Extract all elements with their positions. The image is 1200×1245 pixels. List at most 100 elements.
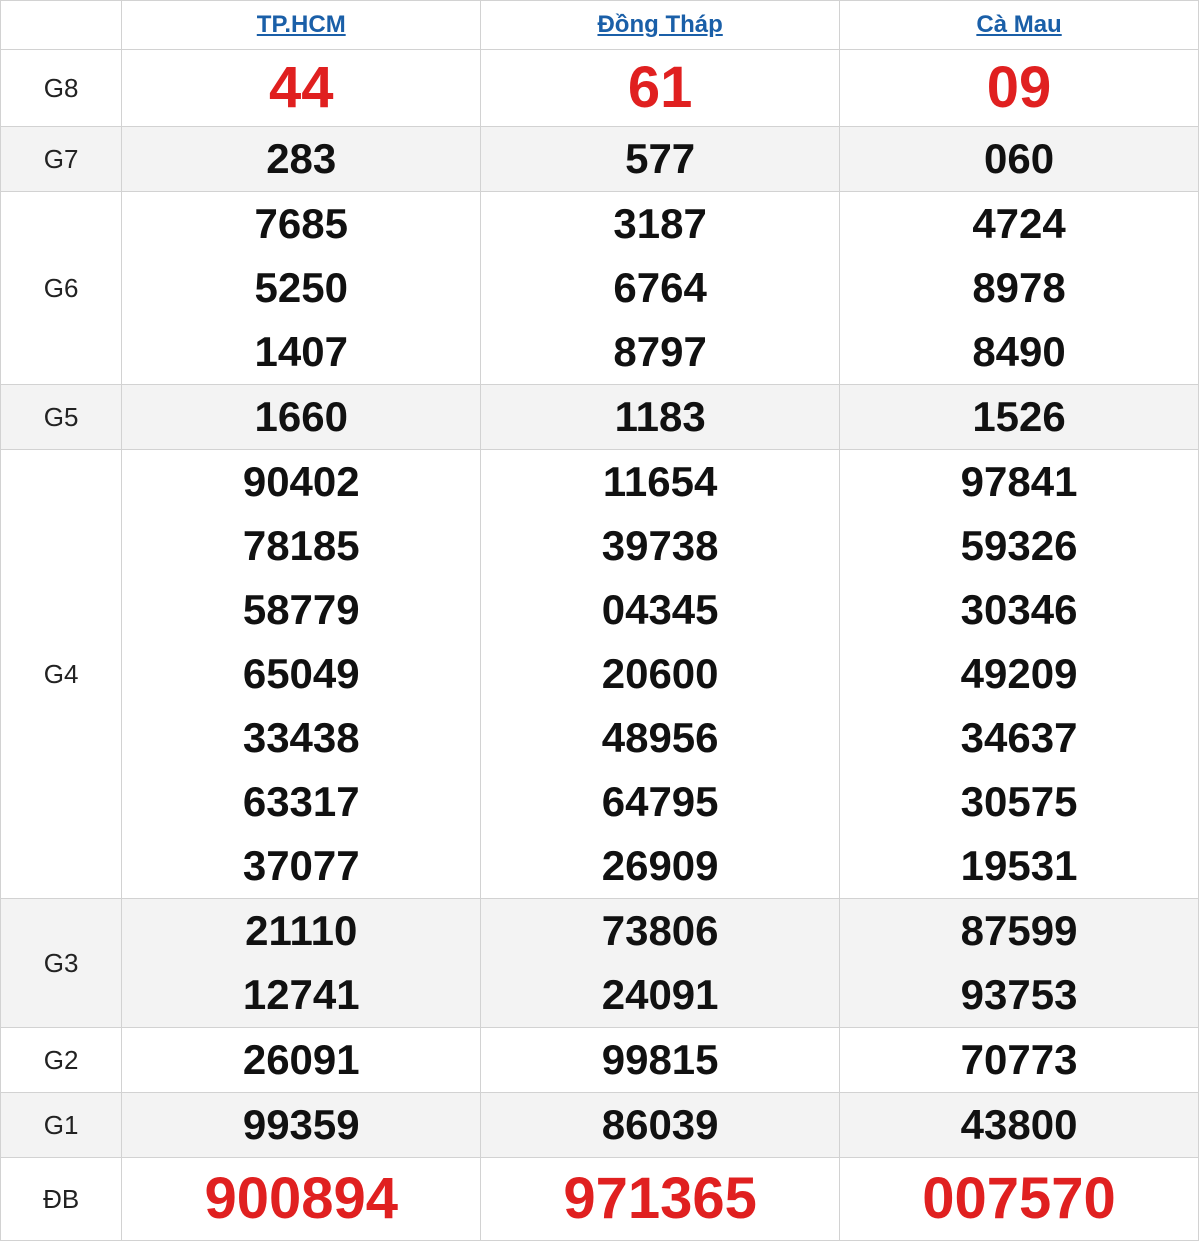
result-number: 11654 bbox=[602, 458, 718, 505]
result-number: 12741 bbox=[242, 971, 360, 1018]
province-link-ca-mau[interactable]: Cà Mau bbox=[976, 11, 1061, 38]
result-cell: 900894 bbox=[121, 1157, 482, 1241]
result-number: 007570 bbox=[922, 1166, 1116, 1231]
result-cell: 1183 bbox=[480, 384, 841, 450]
result-cell: 1526 bbox=[839, 384, 1199, 450]
result-number: 8490 bbox=[972, 328, 1066, 375]
result-cell: 99815 bbox=[480, 1027, 841, 1093]
result-number: 4724 bbox=[972, 200, 1066, 247]
result-number: 1526 bbox=[972, 393, 1066, 440]
prize-row-g8: G8 44 61 09 bbox=[0, 49, 1199, 127]
result-cell: 4724 8978 8490 bbox=[839, 191, 1199, 385]
result-number: 8797 bbox=[613, 328, 707, 375]
result-number: 61 bbox=[627, 55, 693, 120]
prize-label: G5 bbox=[0, 384, 123, 450]
result-number: 58779 bbox=[242, 586, 360, 633]
result-cell: 73806 24091 bbox=[480, 898, 841, 1028]
result-cell: 99359 bbox=[121, 1092, 482, 1158]
result-number: 49209 bbox=[960, 650, 1078, 697]
result-number: 5250 bbox=[254, 264, 348, 311]
result-number: 900894 bbox=[204, 1166, 399, 1231]
result-cell: 70773 bbox=[839, 1027, 1199, 1093]
result-cell: 86039 bbox=[480, 1092, 841, 1158]
result-cell: 90402 78185 58779 65049 33438 63317 3707… bbox=[121, 449, 482, 899]
result-cell: 971365 bbox=[480, 1157, 841, 1241]
result-cell: 21110 12741 bbox=[121, 898, 482, 1028]
result-number: 70773 bbox=[960, 1036, 1078, 1083]
result-cell: 007570 bbox=[839, 1157, 1199, 1241]
province-header: TP.HCM bbox=[121, 0, 482, 50]
result-number: 24091 bbox=[601, 971, 719, 1018]
prize-label: G1 bbox=[0, 1092, 123, 1158]
result-cell: 44 bbox=[121, 49, 482, 127]
result-number: 99359 bbox=[242, 1101, 360, 1148]
result-number: 19531 bbox=[960, 842, 1078, 889]
prize-label: G4 bbox=[0, 449, 123, 899]
prize-label: G2 bbox=[0, 1027, 123, 1093]
prize-row-special: ĐB 900894 971365 007570 bbox=[0, 1157, 1199, 1241]
province-link-dong-thap[interactable]: Đồng Tháp bbox=[597, 11, 722, 38]
result-cell: 61 bbox=[480, 49, 841, 127]
prize-row-g4: G4 90402 78185 58779 65049 33438 63317 3… bbox=[0, 449, 1199, 899]
result-number: 48956 bbox=[601, 714, 719, 761]
result-number: 73806 bbox=[601, 907, 719, 954]
result-cell: 97841 59326 30346 49209 34637 30575 1953… bbox=[839, 449, 1199, 899]
result-cell: 060 bbox=[839, 126, 1199, 192]
header-row: TP.HCM Đồng Tháp Cà Mau bbox=[0, 0, 1199, 50]
result-number: 8978 bbox=[972, 264, 1066, 311]
result-number: 26091 bbox=[242, 1036, 360, 1083]
result-number: 33438 bbox=[242, 714, 360, 761]
result-number: 6764 bbox=[613, 264, 707, 311]
prize-label: G6 bbox=[0, 191, 123, 385]
result-number: 04345 bbox=[601, 586, 719, 633]
result-cell: 577 bbox=[480, 126, 841, 192]
province-header: Cà Mau bbox=[839, 0, 1199, 50]
result-number: 577 bbox=[625, 135, 696, 182]
prize-row-g6: G6 7685 5250 1407 3187 6764 8797 4724 89… bbox=[0, 191, 1199, 385]
result-number: 90402 bbox=[242, 458, 360, 505]
result-number: 65049 bbox=[242, 650, 360, 697]
result-number: 060 bbox=[984, 135, 1055, 182]
prize-row-g7: G7 283 577 060 bbox=[0, 126, 1199, 192]
result-number: 86039 bbox=[601, 1101, 719, 1148]
prize-label: G3 bbox=[0, 898, 123, 1028]
result-number: 93753 bbox=[960, 971, 1078, 1018]
result-number: 87599 bbox=[960, 907, 1078, 954]
province-link-tphcm[interactable]: TP.HCM bbox=[257, 11, 346, 38]
result-number: 44 bbox=[268, 55, 334, 120]
result-cell: 3187 6764 8797 bbox=[480, 191, 841, 385]
prize-row-g2: G2 26091 99815 70773 bbox=[0, 1027, 1199, 1093]
result-number: 97841 bbox=[960, 458, 1078, 505]
result-number: 37077 bbox=[242, 842, 360, 889]
result-number: 30346 bbox=[960, 586, 1078, 633]
corner-cell bbox=[0, 0, 123, 50]
result-number: 283 bbox=[266, 135, 337, 182]
result-cell: 1660 bbox=[121, 384, 482, 450]
result-number: 63317 bbox=[242, 778, 360, 825]
result-number: 26909 bbox=[601, 842, 719, 889]
result-cell: 09 bbox=[839, 49, 1199, 127]
result-number: 99815 bbox=[601, 1036, 719, 1083]
result-cell: 7685 5250 1407 bbox=[121, 191, 482, 385]
result-cell: 43800 bbox=[839, 1092, 1199, 1158]
prize-label: G8 bbox=[0, 49, 123, 127]
result-number: 43800 bbox=[960, 1101, 1078, 1148]
province-header: Đồng Tháp bbox=[480, 0, 841, 50]
result-number: 1407 bbox=[254, 328, 348, 375]
result-number: 1183 bbox=[614, 393, 706, 440]
lottery-results-table: TP.HCM Đồng Tháp Cà Mau G8 44 61 09 G7 2… bbox=[0, 0, 1199, 1241]
prize-row-g5: G5 1660 1183 1526 bbox=[0, 384, 1199, 450]
result-number: 39738 bbox=[601, 522, 719, 569]
result-number: 30575 bbox=[960, 778, 1078, 825]
result-cell: 283 bbox=[121, 126, 482, 192]
result-number: 971365 bbox=[563, 1166, 757, 1231]
prize-row-g1: G1 99359 86039 43800 bbox=[0, 1092, 1199, 1158]
result-number: 34637 bbox=[960, 714, 1078, 761]
prize-label: ĐB bbox=[0, 1157, 123, 1241]
result-cell: 26091 bbox=[121, 1027, 482, 1093]
result-number: 64795 bbox=[601, 778, 719, 825]
result-cell: 11654 39738 04345 20600 48956 64795 2690… bbox=[480, 449, 841, 899]
result-number: 3187 bbox=[613, 200, 707, 247]
result-number: 21110 bbox=[245, 907, 358, 954]
prize-row-g3: G3 21110 12741 73806 24091 87599 93753 bbox=[0, 898, 1199, 1028]
